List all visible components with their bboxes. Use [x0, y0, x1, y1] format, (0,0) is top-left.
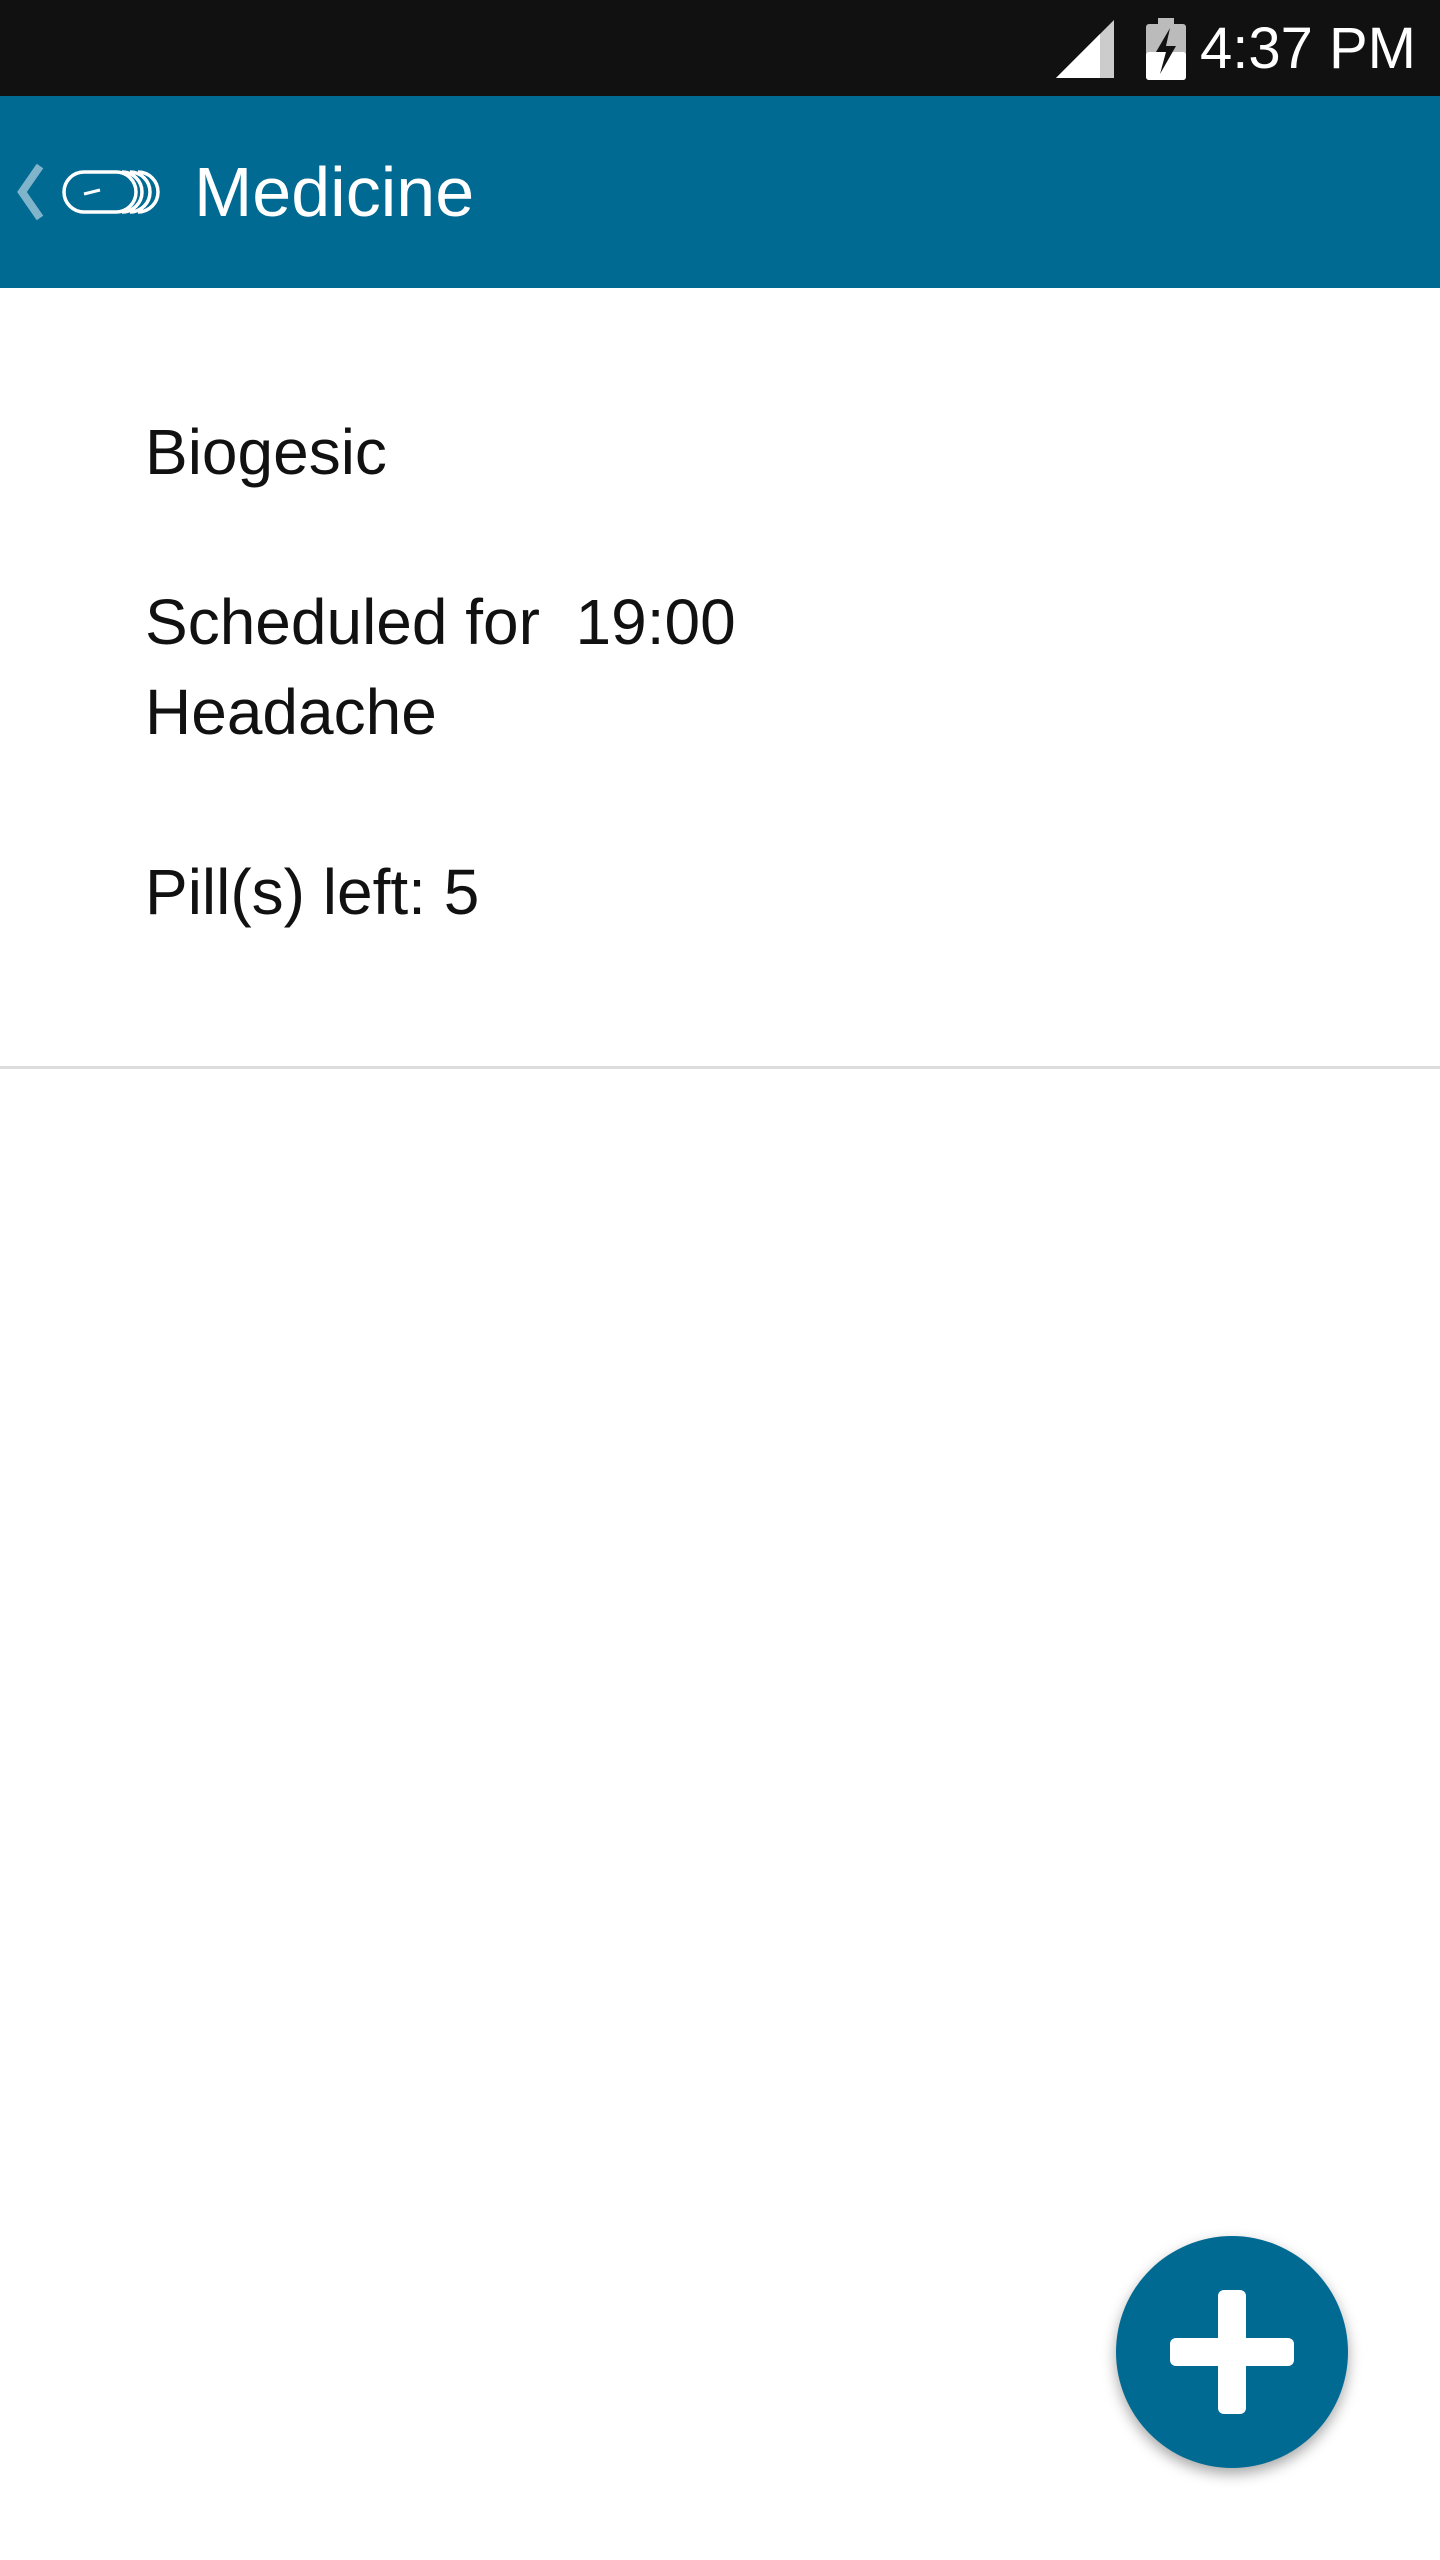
pills-left: Pill(s) left: 5: [145, 856, 480, 928]
add-medicine-button[interactable]: [1116, 2236, 1348, 2468]
medicine-name: Biogesic: [145, 416, 387, 488]
battery-charging-icon: [1146, 18, 1186, 80]
medicine-schedule: Scheduled for 19:00: [145, 586, 736, 658]
medicine-list-item[interactable]: Biogesic Scheduled for 19:00 Headache Pi…: [0, 288, 1440, 1068]
medicine-note: Headache: [145, 676, 437, 748]
list-divider: [0, 1066, 1440, 1069]
back-chevron-icon: [17, 163, 44, 221]
page-title: Medicine: [194, 153, 475, 231]
status-time: 4:37 PM: [1200, 16, 1416, 81]
signal-icon: [1056, 20, 1114, 78]
app-bar: Medicine: [0, 96, 1440, 288]
status-bar: 4:37 PM: [0, 0, 1440, 96]
navigate-up-button[interactable]: [0, 96, 170, 288]
pill-logo-icon: [62, 170, 160, 214]
plus-icon: [1170, 2290, 1294, 2414]
